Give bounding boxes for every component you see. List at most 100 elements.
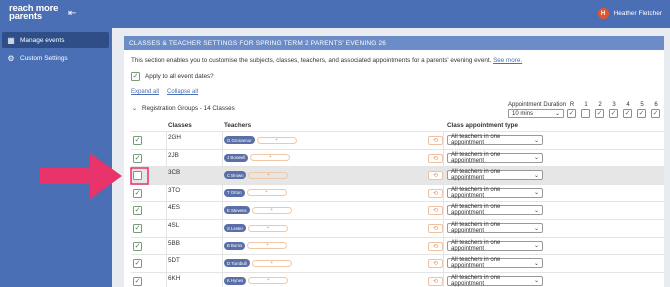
teacher-pill[interactable]: J Boswell	[224, 153, 249, 162]
teacher-pill[interactable]: G Grosvenor	[224, 136, 255, 144]
teacher-pill[interactable]: E Stevens	[224, 206, 250, 215]
panel-title: CLASSES & TEACHER SETTINGS FOR SPRING TE…	[124, 36, 664, 50]
year-label: R	[569, 102, 575, 108]
appt-type-select[interactable]: All teachers in one appointment ⌄	[447, 169, 543, 181]
add-teacher-button[interactable]: +	[250, 154, 291, 162]
add-teacher-button[interactable]: +	[248, 224, 289, 232]
user-name: Heather Fletcher	[613, 10, 662, 17]
year-checkbox[interactable]: ✓	[595, 109, 604, 118]
add-teacher-button[interactable]: +	[248, 171, 289, 179]
year-checkbox[interactable]: ✓	[651, 109, 660, 118]
class-name: 5DT	[168, 257, 180, 265]
year-label: 5	[640, 102, 644, 108]
teacher-pill[interactable]: S Lester	[224, 224, 247, 232]
add-teacher-button[interactable]: +	[248, 277, 289, 285]
add-teacher-button[interactable]: +	[247, 242, 288, 250]
sidebar-item-custom-settings[interactable]: ⚙ Custom Settings	[2, 50, 109, 66]
appt-type-select[interactable]: All teachers in one appointment ⌄	[447, 134, 543, 146]
appt-type-select[interactable]: All teachers in one appointment ⌄	[447, 222, 543, 234]
appt-type-select[interactable]: All teachers in one appointment ⌄	[447, 240, 543, 252]
chevron-down-icon: ⌄	[554, 111, 560, 117]
reset-icon[interactable]: ⟲	[428, 241, 443, 251]
calendar-icon: ▦	[7, 35, 15, 45]
class-checkbox[interactable]: ✓	[133, 259, 142, 269]
class-checkbox[interactable]: ✓	[133, 206, 142, 216]
logo[interactable]: reach more parents	[9, 4, 58, 22]
col-appt-type: Class appointment type	[447, 122, 519, 129]
class-checkbox[interactable]: ✓	[133, 276, 142, 286]
table-row: ✓ 6KH K Hynes + ⟲ All teachers in one appoint…	[131, 271, 664, 287]
class-checkbox[interactable]: ✓	[133, 188, 142, 198]
teacher-pill[interactable]: K Hynes	[224, 276, 247, 285]
reset-icon[interactable]: ⟲	[428, 276, 443, 286]
teacher-cell: G Grosvenor +	[224, 136, 297, 144]
class-name: 2JB	[168, 151, 179, 159]
teacher-cell: C Brown +	[224, 171, 289, 180]
col-teachers: Teachers	[224, 122, 252, 129]
class-name: 4SL	[168, 222, 180, 229]
reset-icon[interactable]: ⟲	[428, 206, 443, 216]
teacher-pill[interactable]: D Turnbull	[224, 259, 250, 268]
class-name: 3CB	[168, 169, 181, 177]
chevron-down-icon: ⌄	[533, 260, 539, 267]
table-row: 3CB C Brown + ⟲ All teachers in one appointm…	[131, 166, 664, 185]
gear-icon: ⚙	[7, 53, 15, 63]
year-label: 4	[626, 102, 630, 108]
reset-icon[interactable]: ⟲	[428, 224, 443, 233]
teacher-pill[interactable]: T Orton	[224, 188, 245, 197]
class-name: 6KH	[168, 274, 181, 282]
teacher-pill[interactable]: B Burns	[224, 241, 246, 250]
reset-icon[interactable]: ⟲	[428, 136, 443, 145]
class-checkbox[interactable]: ✓	[133, 241, 142, 251]
appt-type-select[interactable]: All teachers in one appointment ⌄	[447, 257, 543, 269]
class-name: 2GH	[168, 134, 181, 141]
see-more-link[interactable]: See more.	[493, 57, 522, 64]
table-row: ✓ 5DT D Turnbull + ⟲ All teachers in one appo…	[131, 254, 664, 272]
reset-icon[interactable]: ⟲	[428, 259, 443, 269]
reset-icon[interactable]: ⟲	[428, 171, 443, 181]
class-name: 3TO	[168, 186, 181, 194]
add-teacher-button[interactable]: +	[256, 136, 297, 144]
user-menu[interactable]: H Heather Fletcher	[597, 8, 662, 19]
year-label: 2	[598, 102, 602, 108]
class-checkbox[interactable]: ✓	[133, 224, 142, 233]
year-checkbox[interactable]	[581, 109, 590, 118]
teacher-cell: K Hynes +	[224, 276, 289, 285]
duration-select[interactable]: 10 mins ⌄	[508, 109, 564, 118]
class-name: 5BB	[168, 239, 180, 247]
class-settings-panel: CLASSES & TEACHER SETTINGS FOR SPRING TE…	[124, 36, 664, 287]
add-teacher-button[interactable]: +	[246, 189, 287, 197]
reset-icon[interactable]: ⟲	[428, 153, 443, 163]
year-label: 1	[584, 102, 588, 108]
year-checkbox[interactable]: ✓	[567, 109, 576, 118]
table-header: Classes Teachers Class appointment type	[131, 121, 664, 131]
year-checkbox[interactable]: ✓	[637, 109, 646, 118]
registration-groups-toggle[interactable]: ⌄ Registration Groups - 14 Classes	[132, 105, 235, 112]
sidebar-item-manage-events[interactable]: ▦ Manage events	[2, 32, 109, 48]
year-label: 6	[654, 102, 658, 108]
class-checkbox[interactable]: ✓	[133, 153, 142, 163]
reset-icon[interactable]: ⟲	[428, 188, 443, 198]
expand-all-link[interactable]: Expand all	[131, 89, 159, 95]
chevron-down-icon: ⌄	[533, 278, 539, 285]
appt-type-select[interactable]: All teachers in one appointment ⌄	[447, 152, 543, 164]
expand-collapse-links: Expand all Collapse all	[131, 89, 198, 95]
year-checkbox[interactable]: ✓	[623, 109, 632, 118]
teacher-pill[interactable]: C Brown	[224, 171, 247, 180]
teacher-cell: J Boswell +	[224, 153, 291, 162]
class-checkbox[interactable]: ✓	[133, 136, 142, 145]
collapse-all-link[interactable]: Collapse all	[167, 89, 198, 95]
class-checkbox[interactable]	[133, 171, 142, 181]
apply-all-checkbox[interactable]: ✓	[131, 72, 140, 81]
chevron-down-icon: ⌄	[132, 106, 138, 112]
add-teacher-button[interactable]: +	[251, 206, 292, 214]
appt-type-select[interactable]: All teachers in one appointment ⌄	[447, 187, 543, 199]
collapse-sidebar-icon[interactable]: ⇤	[68, 8, 76, 19]
year-checkbox[interactable]: ✓	[609, 109, 618, 118]
sidebar: ▦ Manage events ⚙ Custom Settings	[0, 28, 112, 287]
teacher-cell: D Turnbull +	[224, 259, 292, 268]
appt-type-select[interactable]: All teachers in one appointment ⌄	[447, 275, 543, 287]
appt-type-select[interactable]: All teachers in one appointment ⌄	[447, 204, 543, 216]
add-teacher-button[interactable]: +	[251, 259, 292, 267]
chevron-down-icon: ⌄	[533, 155, 539, 162]
